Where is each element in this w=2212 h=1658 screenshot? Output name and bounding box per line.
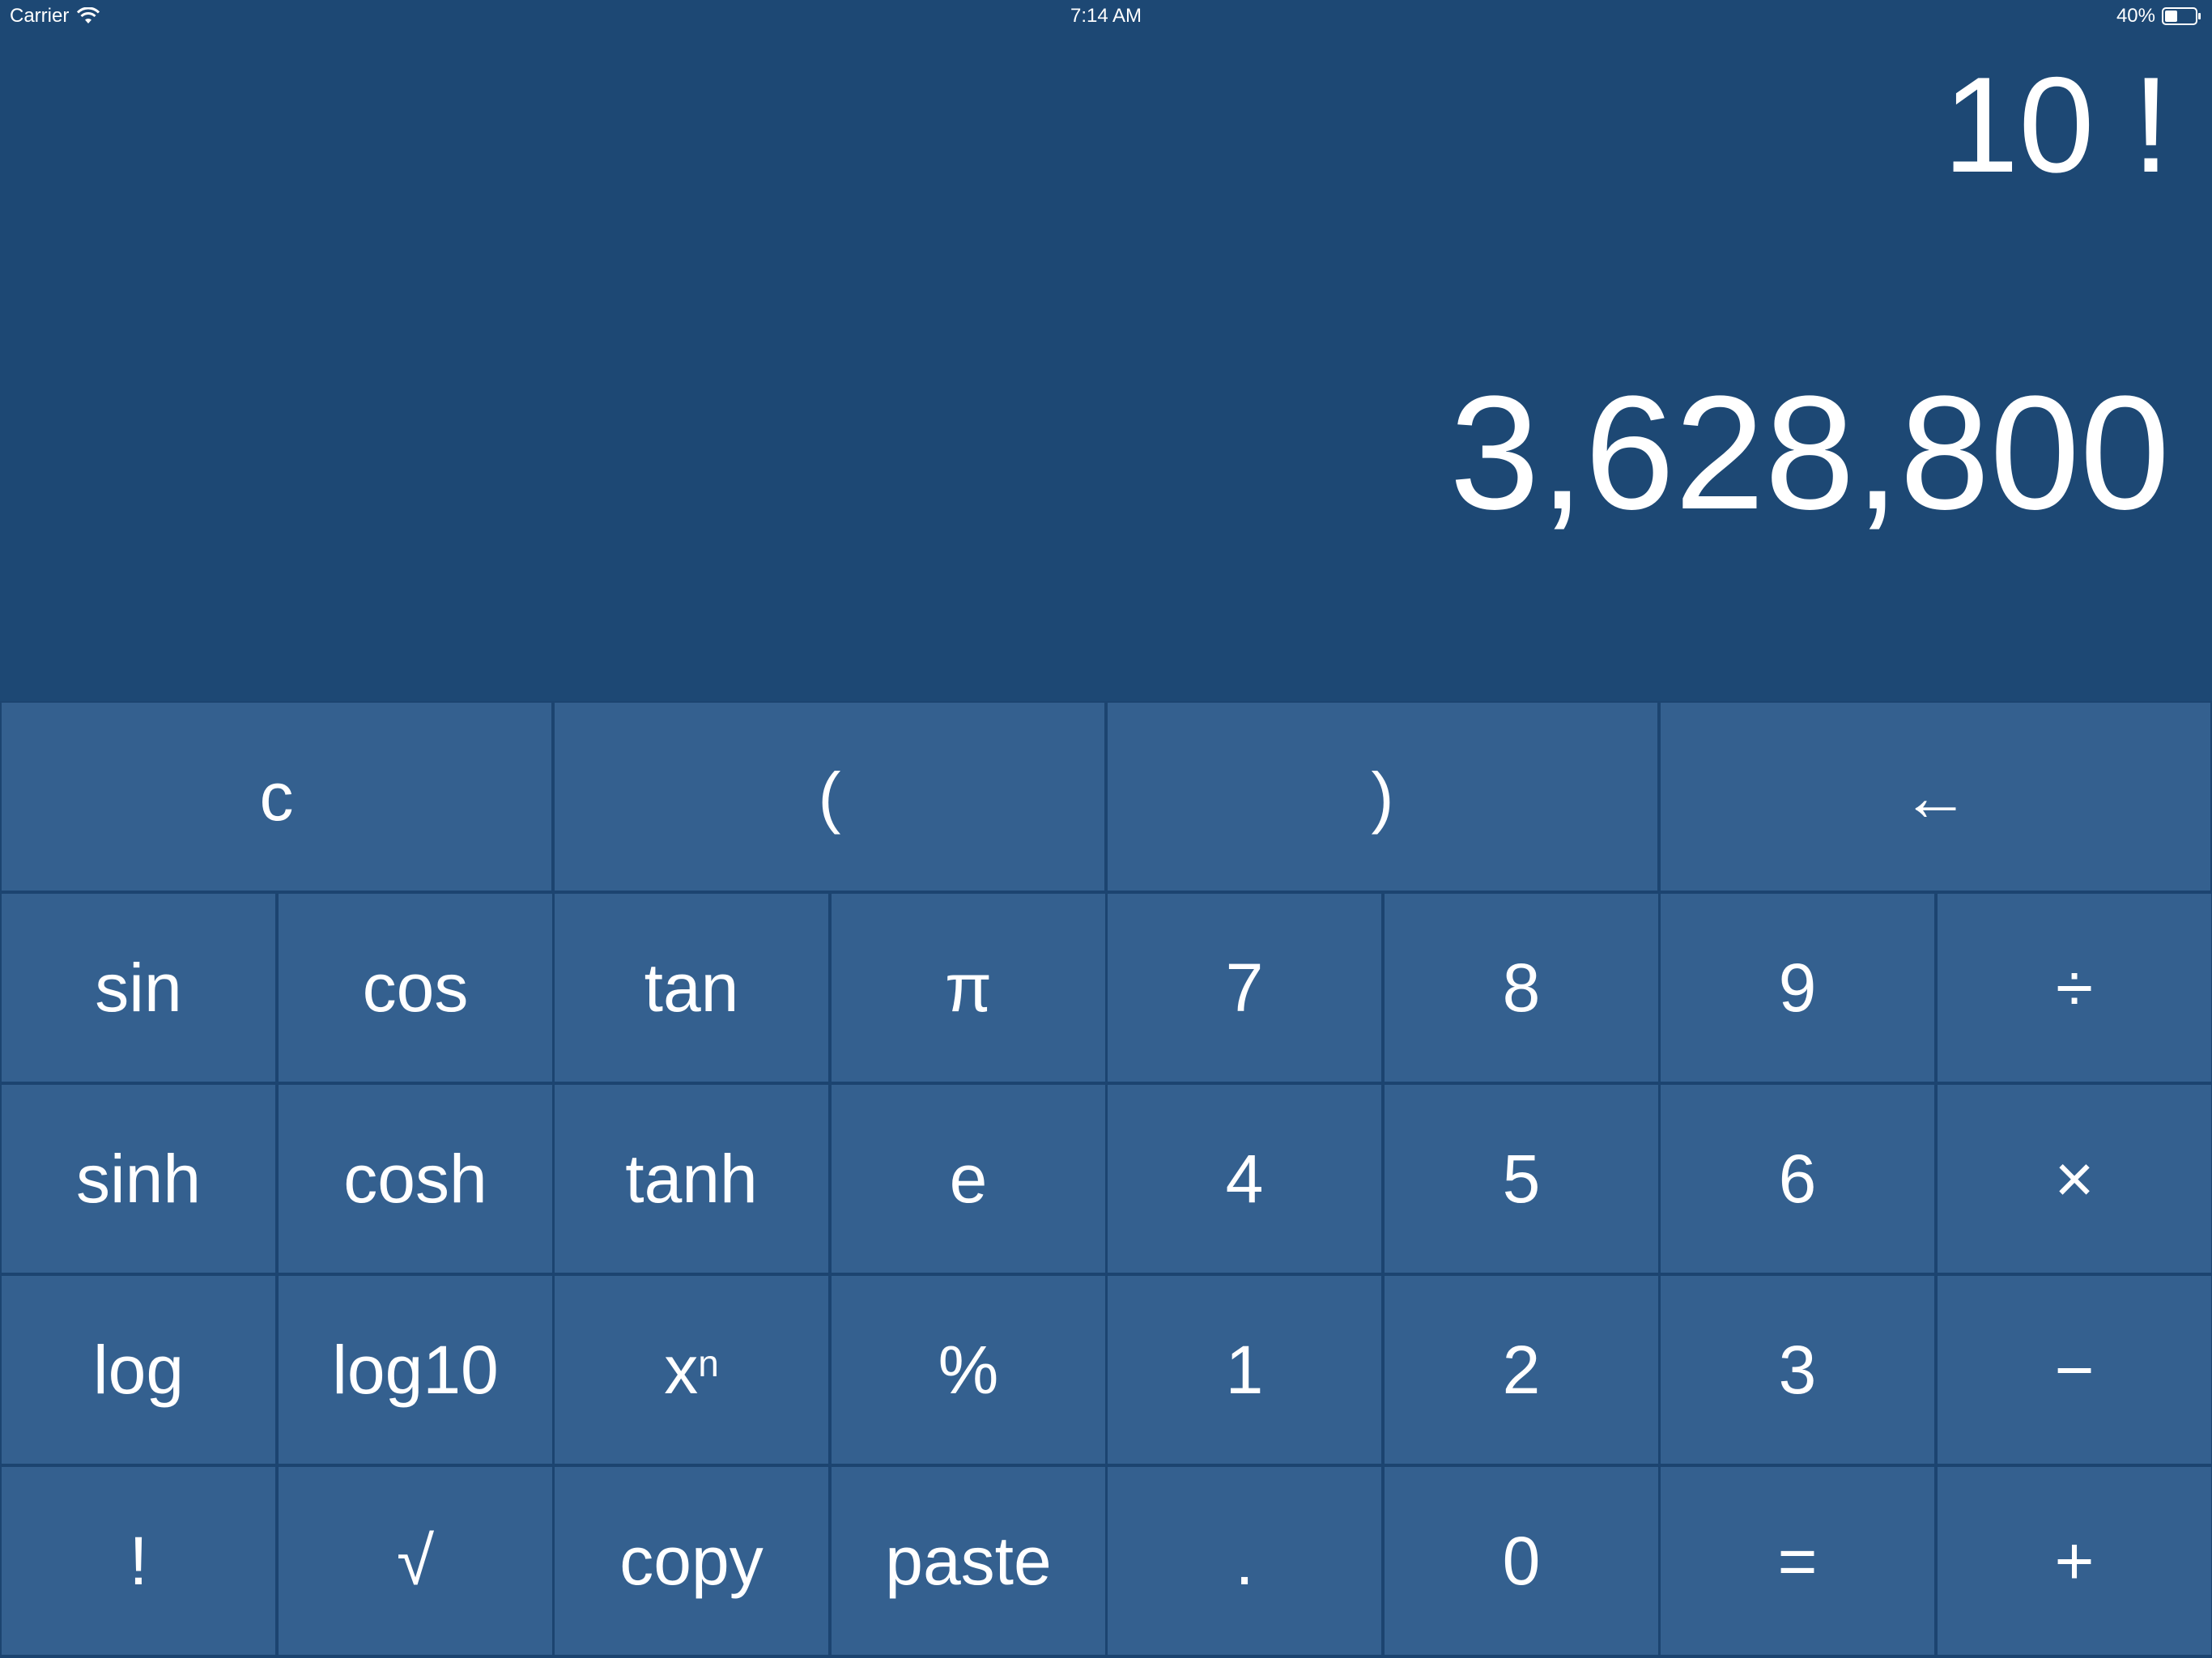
pi-button[interactable]: π [830,892,1107,1083]
key-label: paste [885,1522,1052,1599]
open-paren-button[interactable]: ( [553,701,1106,892]
decimal-button[interactable]: . [1106,1465,1383,1656]
copy-button[interactable]: copy [553,1465,830,1656]
backspace-button[interactable]: ← [1659,701,2212,892]
digit-1-button[interactable]: 1 [1106,1274,1383,1465]
log10-button[interactable]: log10 [277,1274,554,1465]
battery-icon [2162,6,2202,26]
digit-3-button[interactable]: 3 [1659,1274,1936,1465]
cosh-button[interactable]: cosh [277,1083,554,1274]
cos-button[interactable]: cos [277,892,554,1083]
key-label: % [938,1331,999,1408]
tanh-button[interactable]: tanh [553,1083,830,1274]
key-label: e [949,1140,988,1217]
digit-0-button[interactable]: 0 [1383,1465,1660,1656]
key-label: = [1777,1522,1818,1599]
key-label: 1 [1225,1331,1264,1408]
key-label: − [2054,1331,2095,1408]
key-label: ! [129,1522,148,1599]
key-label: ) [1371,758,1394,835]
key-label: 4 [1225,1140,1264,1217]
divide-button[interactable]: ÷ [1936,892,2212,1083]
calculator-display: 10 ! 3,628,800 [0,32,2212,701]
digit-2-button[interactable]: 2 [1383,1274,1660,1465]
sqrt-button[interactable]: √ [277,1465,554,1656]
paste-button[interactable]: paste [830,1465,1107,1656]
equals-button[interactable]: = [1659,1465,1936,1656]
key-label: 8 [1502,949,1541,1026]
digit-9-button[interactable]: 9 [1659,892,1936,1083]
key-label: log10 [332,1331,499,1408]
key-label: cos [362,949,469,1026]
key-label: 2 [1502,1331,1541,1408]
key-label: tan [644,949,739,1026]
log-button[interactable]: log [0,1274,277,1465]
status-bar: Carrier 7:14 AM 40% [0,0,2212,32]
key-label: x [664,1331,699,1408]
key-label: copy [619,1522,764,1599]
add-button[interactable]: + [1936,1465,2212,1656]
key-label: ÷ [2055,949,2094,1026]
key-label: × [2054,1140,2095,1217]
subtract-button[interactable]: − [1936,1274,2212,1465]
tan-button[interactable]: tan [553,892,830,1083]
factorial-button[interactable]: ! [0,1465,277,1656]
digit-6-button[interactable]: 6 [1659,1083,1936,1274]
digit-4-button[interactable]: 4 [1106,1083,1383,1274]
digit-7-button[interactable]: 7 [1106,892,1383,1083]
status-time: 7:14 AM [1070,5,1142,27]
key-label: √ [396,1522,435,1599]
key-label: π [945,949,992,1026]
key-label: 5 [1502,1140,1541,1217]
key-label: sinh [75,1140,202,1217]
key-label: + [2054,1522,2095,1599]
clear-button[interactable]: c [0,701,553,892]
digit-8-button[interactable]: 8 [1383,892,1660,1083]
key-label: ( [818,758,841,835]
sinh-button[interactable]: sinh [0,1083,277,1274]
key-label: 7 [1225,949,1264,1026]
percent-button[interactable]: % [830,1274,1107,1465]
status-right: 40% [2116,5,2202,28]
power-button[interactable]: xn [553,1274,830,1465]
key-superscript: n [698,1342,719,1384]
key-label: tanh [625,1140,758,1217]
key-label: 0 [1502,1522,1541,1599]
result-display: 3,628,800 [1449,363,2170,543]
multiply-button[interactable]: × [1936,1083,2212,1274]
key-label: 6 [1778,1140,1817,1217]
key-label: cosh [343,1140,487,1217]
key-label: ← [1901,758,1970,835]
euler-button[interactable]: e [830,1083,1107,1274]
sin-button[interactable]: sin [0,892,277,1083]
key-label: . [1235,1522,1254,1599]
digit-5-button[interactable]: 5 [1383,1083,1660,1274]
key-label: sin [95,949,182,1026]
close-paren-button[interactable]: ) [1106,701,1659,892]
expression-display: 10 ! [1942,49,2170,201]
calculator-app: Carrier 7:14 AM 40% 10 ! 3,628,800 c ()… [0,0,2212,1658]
keypad: c () ← sin cos tan π 7 8 9 ÷ sinh cosh tanh e 4 5 6 × log lo… [0,701,2212,1658]
key-label: log [92,1331,185,1408]
key-label: 9 [1778,949,1817,1026]
key-label: 3 [1778,1331,1817,1408]
key-label: c [259,758,294,835]
battery-percent: 40% [2116,5,2155,27]
